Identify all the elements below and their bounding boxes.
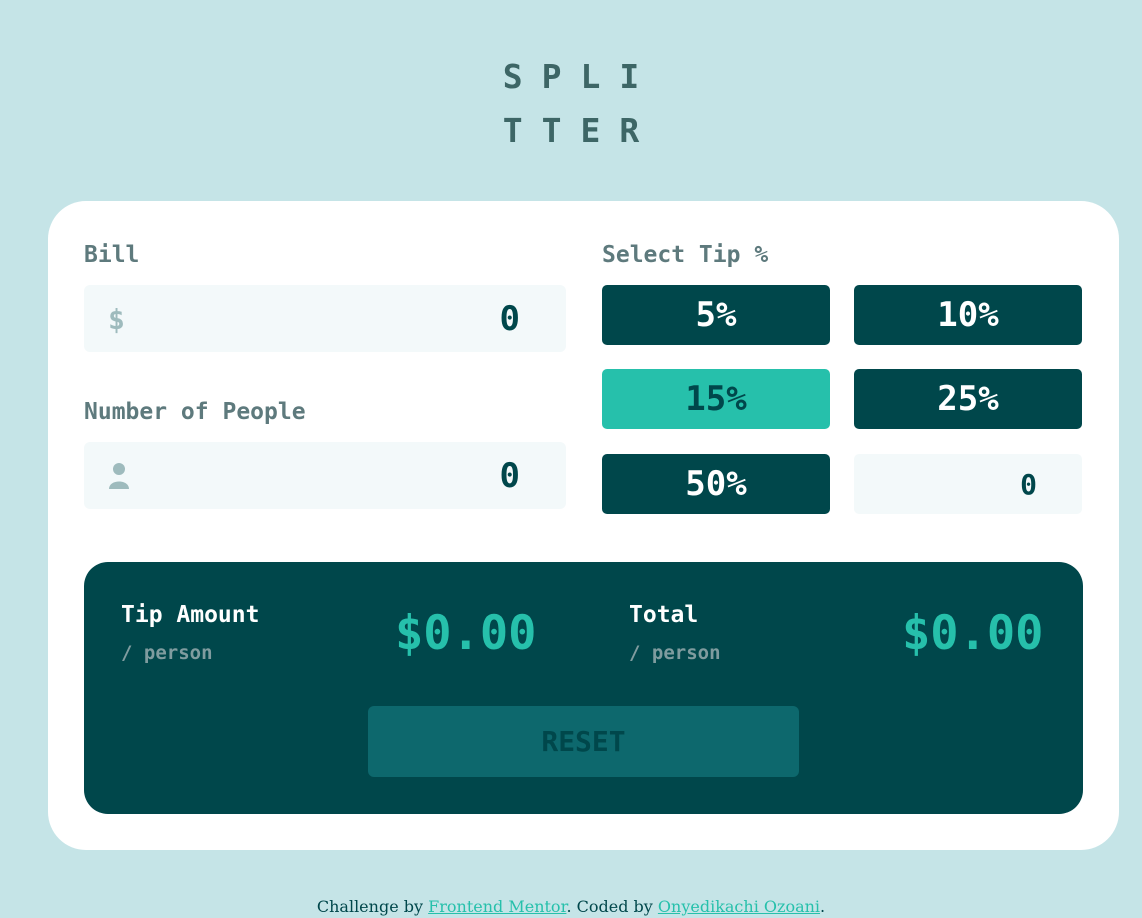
app-logo: SPLI TTER: [0, 50, 1142, 158]
select-tip-label: Select Tip %: [602, 242, 769, 268]
calculator-card: Bill $ 0 Number of People 0 Select Tip %…: [48, 201, 1119, 850]
person-icon: [109, 463, 129, 489]
results-panel: Tip Amount / person $0.00 Total / person…: [84, 562, 1083, 814]
people-value[interactable]: 0: [500, 456, 520, 496]
footer-suffix: .: [820, 897, 826, 916]
logo-line-1: SPLI: [502, 57, 659, 96]
dollar-icon: $: [108, 303, 125, 336]
bill-input[interactable]: $ 0: [84, 285, 566, 352]
total-value: $0.00: [902, 606, 1044, 661]
tip-button-50[interactable]: 50%: [602, 454, 830, 514]
attribution-footer: Challenge by Frontend Mentor. Coded by O…: [0, 897, 1142, 916]
total-per-person: / person: [629, 642, 721, 664]
total-title: Total: [629, 602, 699, 628]
footer-middle: . Coded by: [566, 897, 658, 916]
footer-prefix: Challenge by: [316, 897, 429, 916]
frontend-mentor-link[interactable]: Frontend Mentor: [428, 897, 566, 916]
tip-button-15[interactable]: 15%: [602, 369, 830, 429]
bill-label: Bill: [84, 242, 140, 268]
tip-amount-title: Tip Amount: [121, 602, 260, 628]
tip-button-10[interactable]: 10%: [854, 285, 1082, 345]
logo-line-2: TTER: [502, 111, 659, 150]
author-link[interactable]: Onyedikachi Ozoani: [658, 897, 820, 916]
tip-button-25[interactable]: 25%: [854, 369, 1082, 429]
people-input[interactable]: 0: [84, 442, 566, 509]
people-label: Number of People: [84, 399, 306, 425]
custom-tip-input[interactable]: 0: [854, 454, 1082, 514]
bill-value[interactable]: 0: [500, 299, 520, 339]
reset-button[interactable]: RESET: [368, 706, 799, 777]
tip-amount-value: $0.00: [395, 606, 537, 661]
tip-button-5[interactable]: 5%: [602, 285, 830, 345]
tip-amount-per-person: / person: [121, 642, 213, 664]
